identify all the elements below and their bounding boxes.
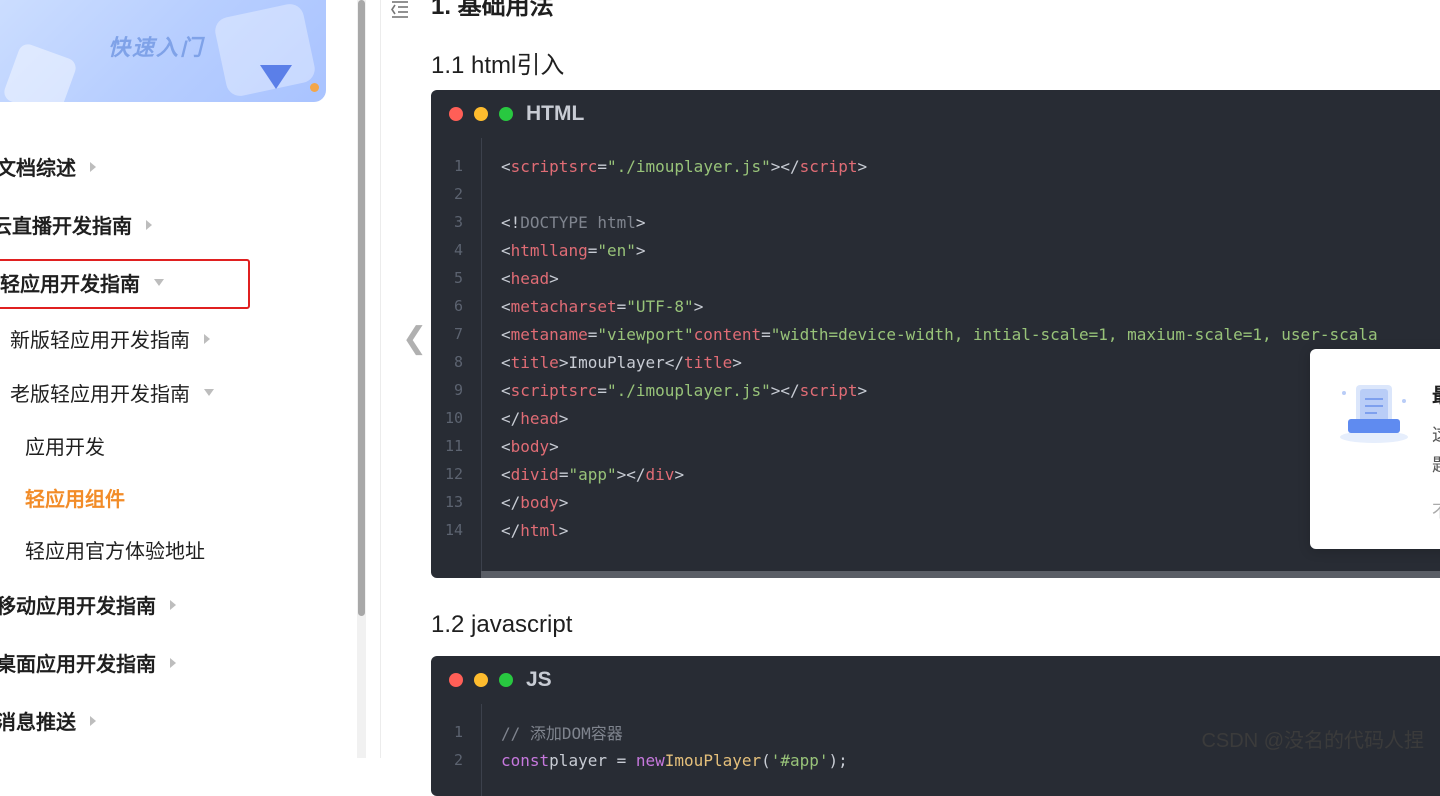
code-line: 14 </html >: [431, 516, 1378, 544]
line-number: 12: [444, 465, 463, 483]
document-illustration-icon: [1340, 385, 1408, 443]
sidebar-item-push[interactable]: 消息推送: [0, 706, 96, 735]
code-lines[interactable]: 1 < script src = "./imouplayer.js" ></script >…: [431, 152, 1378, 544]
code-block-header: HTML: [431, 90, 1440, 138]
code-language-label: HTML: [526, 102, 585, 125]
chevron-down-icon: [154, 279, 164, 286]
sidebar-item-label: 文档综述: [0, 158, 76, 180]
code-line: 9 < script src = "./imouplayer.js" ></script…: [431, 376, 1378, 404]
sidebar-item-label: 新版轻应用开发指南: [10, 330, 190, 352]
code-line: 5 < head >: [431, 264, 1378, 292]
popup-dismiss-link[interactable]: 不: [1432, 497, 1440, 522]
code-line: 1 < script src = "./imouplayer.js" ></script >: [431, 152, 1378, 180]
popup-heading: 最: [1432, 379, 1440, 408]
code-line: 4 < html lang = "en" >: [431, 236, 1378, 264]
code-line: 6 < meta charset = "UTF-8" >: [431, 292, 1378, 320]
quick-start-banner[interactable]: 快速入门: [0, 0, 326, 102]
sidebar-item-label: 轻应用开发指南: [0, 274, 140, 296]
code-line: 10 </head >: [431, 404, 1378, 432]
code-line: 2 const player = new ImouPlayer('#app');: [431, 746, 848, 774]
window-maximize-dot: [499, 673, 513, 687]
toc-collapse-icon[interactable]: [390, 0, 410, 20]
code-line: 8 < title >ImouPlayer</title >: [431, 348, 1378, 376]
sidebar-item-cloud-live[interactable]: 云直播开发指南: [0, 210, 152, 239]
chevron-right-icon: [146, 219, 152, 230]
code-block-html: HTML 1 < script src = "./imouplayer.js" ></sc…: [431, 90, 1440, 578]
content-divider: [380, 0, 381, 758]
chevron-right-icon: [90, 161, 96, 172]
sidebar-item-doc-overview[interactable]: 文档综述: [0, 152, 96, 181]
line-number: 14: [444, 521, 463, 539]
window-close-dot: [449, 107, 463, 121]
chevron-right-icon: [170, 657, 176, 668]
line-number: 2: [453, 751, 463, 769]
popup-text: 题: [1432, 451, 1440, 477]
sidebar: 快速入门 文档综述 云直播开发指南 轻应用开发指南 新版轻应用开发指南 老版轻应…: [0, 0, 357, 758]
chevron-right-icon: [204, 333, 210, 344]
window-maximize-dot: [499, 107, 513, 121]
code-block-header: JS: [431, 656, 1440, 704]
banner-triangle-icon: [260, 65, 292, 89]
line-number: 10: [444, 409, 463, 427]
code-lines[interactable]: 1// 添加DOM容器 2 const player = new ImouPlay…: [431, 718, 848, 774]
banner-decoration: [1, 41, 79, 102]
line-number: 8: [453, 353, 463, 371]
line-number: 1: [453, 157, 463, 175]
chevron-down-icon: [204, 389, 214, 396]
line-number: 2: [453, 185, 463, 203]
sidebar-item-app-dev[interactable]: 应用开发: [25, 431, 105, 460]
sidebar-item-desktop-app[interactable]: 桌面应用开发指南: [0, 648, 176, 677]
sidebar-item-label: 桌面应用开发指南: [0, 654, 156, 676]
sidebar-item-label: 云直播开发指南: [0, 216, 132, 238]
sidebar-item-label: 轻应用官方体验地址: [25, 541, 205, 563]
sidebar-item-label: 消息推送: [0, 712, 76, 734]
line-number: 11: [444, 437, 463, 455]
banner-title: 快速入门: [108, 35, 205, 60]
chevron-right-icon: [170, 599, 176, 610]
section-heading-html: 1.1 html引入: [431, 52, 565, 79]
code-line: 11 < body >: [431, 432, 1378, 460]
window-minimize-dot: [474, 107, 488, 121]
code-language-label: JS: [526, 668, 552, 691]
code-line: 13 </body >: [431, 488, 1378, 516]
sidebar-item-light-app-components[interactable]: 轻应用组件: [25, 483, 125, 512]
code-horizontal-scrollbar[interactable]: [481, 571, 1440, 578]
sidebar-item-old-light-app[interactable]: 老版轻应用开发指南: [10, 378, 214, 407]
line-number: 6: [453, 297, 463, 315]
line-number: 4: [453, 241, 463, 259]
section-heading-js: 1.2 javascript: [431, 611, 573, 638]
csdn-watermark: CSDN @没名的代码人捏: [1201, 730, 1424, 752]
section-heading: 1. 基础用法: [431, 0, 554, 20]
sidebar-item-mobile-app[interactable]: 移动应用开发指南: [0, 590, 176, 619]
sidebar-scrollbar-thumb[interactable]: [358, 0, 365, 616]
code-line: 3 <! DOCTYPE html >: [431, 208, 1378, 236]
chevron-left-icon[interactable]: ❮: [402, 324, 427, 354]
sidebar-item-official-demo[interactable]: 轻应用官方体验地址: [25, 535, 205, 564]
chevron-right-icon: [90, 715, 96, 726]
banner-dot: [310, 83, 319, 92]
window-close-dot: [449, 673, 463, 687]
code-line: 12 < div id = "app" ></div >: [431, 460, 1378, 488]
line-number: 1: [453, 723, 463, 741]
window-minimize-dot: [474, 673, 488, 687]
sidebar-item-label: 应用开发: [25, 437, 105, 459]
sidebar-item-label: 老版轻应用开发指南: [10, 384, 190, 406]
code-line: 2: [431, 180, 1378, 208]
line-number: 3: [453, 213, 463, 231]
line-number: 13: [444, 493, 463, 511]
line-number: 7: [453, 325, 463, 343]
line-number: 9: [453, 381, 463, 399]
code-line: 7 < meta name = "viewport" content = "width=d…: [431, 320, 1378, 348]
line-number: 5: [453, 269, 463, 287]
popup-text: 这: [1432, 421, 1440, 447]
code-line: 1// 添加DOM容器: [431, 718, 848, 746]
sidebar-item-light-app[interactable]: 轻应用开发指南: [0, 268, 164, 297]
sidebar-item-label: 移动应用开发指南: [0, 596, 156, 618]
notification-popup[interactable]: 最 这 题 不: [1310, 349, 1440, 549]
sidebar-item-new-light-app[interactable]: 新版轻应用开发指南: [10, 324, 210, 353]
sidebar-item-label: 轻应用组件: [25, 489, 125, 511]
